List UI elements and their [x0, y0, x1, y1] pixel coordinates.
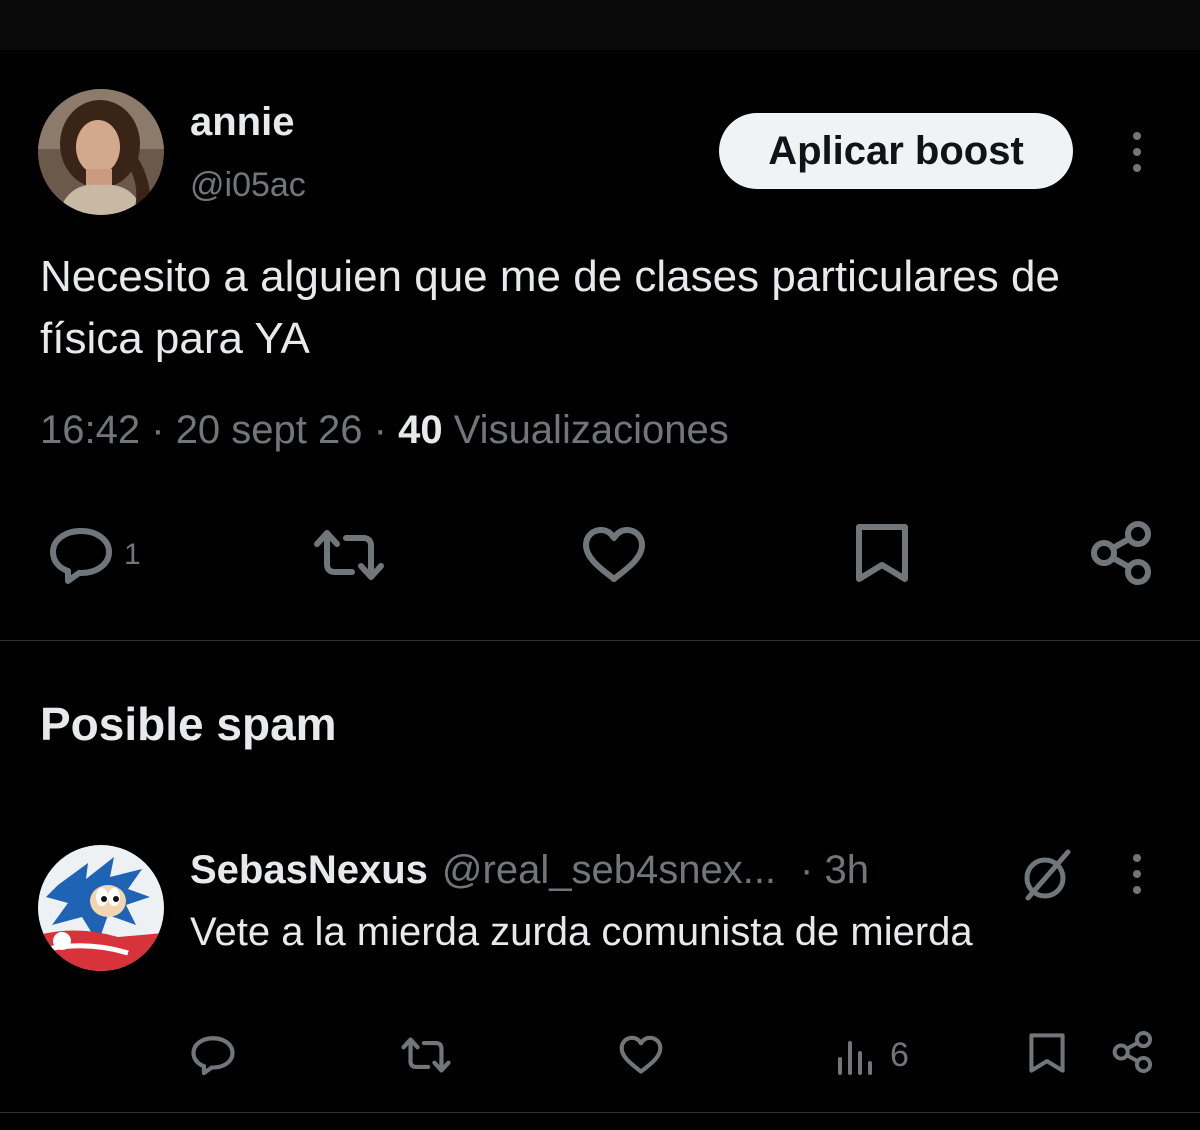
slashed-circle-icon [1024, 849, 1071, 901]
tweet-time[interactable]: 16:42 [40, 408, 140, 452]
top-bar [0, 0, 1200, 50]
divider [0, 1112, 1200, 1113]
retweet-icon [314, 530, 384, 580]
reply-header: SebasNexus @real_seb4snex... · 3h [190, 848, 869, 893]
reply-views-button[interactable]: 6 [836, 1036, 909, 1075]
reply-more-options-icon[interactable] [1127, 854, 1147, 894]
divider [0, 640, 1200, 641]
reply-author-avatar[interactable] [38, 845, 164, 971]
reply-like-button[interactable] [618, 1035, 664, 1075]
heart-icon [619, 1035, 663, 1074]
reply-author-name[interactable]: SebasNexus [190, 848, 428, 893]
reply-bookmark-button[interactable] [1028, 1032, 1066, 1074]
author-handle[interactable]: @i05ac [190, 166, 306, 205]
reply-comment-button[interactable] [190, 1034, 236, 1076]
views-label: Visualizaciones [453, 408, 729, 452]
tweet-meta: 16:42 · 20 sept 26 · 40 Visualizaciones [40, 408, 729, 453]
meta-separator: · [373, 408, 387, 452]
author-avatar[interactable] [38, 89, 164, 215]
reply-count: 1 [124, 538, 141, 571]
comment-icon [191, 1036, 235, 1076]
views-count: 40 [398, 408, 443, 452]
retweet-icon [401, 1037, 451, 1073]
analytics-icon [838, 1040, 872, 1075]
bookmark-button[interactable] [854, 522, 910, 584]
reply-button[interactable]: 1 [48, 525, 141, 585]
reply-share-button[interactable] [1112, 1030, 1154, 1074]
meta-separator: · [151, 408, 165, 452]
bookmark-icon [856, 524, 908, 582]
tweet-date[interactable]: 20 sept 26 [176, 408, 363, 452]
reply-retweet-button[interactable] [400, 1036, 452, 1074]
boost-button[interactable]: Aplicar boost [719, 113, 1073, 189]
reply-text: Vete a la mierda zurda comunista de mier… [190, 910, 973, 954]
more-options-icon[interactable] [1127, 132, 1147, 172]
tweet-text: Necesito a alguien que me de clases part… [40, 252, 1060, 363]
reply-time[interactable]: · 3h [800, 848, 869, 893]
share-icon [1112, 1031, 1153, 1073]
heart-icon [583, 527, 645, 582]
grok-button[interactable] [1018, 848, 1074, 904]
share-icon [1091, 521, 1151, 585]
bookmark-icon [1029, 1033, 1065, 1073]
author-name[interactable]: annie [190, 100, 294, 145]
like-button[interactable] [581, 526, 647, 584]
share-button[interactable] [1090, 520, 1154, 586]
retweet-button[interactable] [312, 528, 386, 582]
reply-views-count: 6 [890, 1036, 909, 1074]
reply-author-handle[interactable]: @real_seb4snex... [442, 848, 776, 893]
comment-icon [50, 528, 112, 584]
spam-section-title: Posible spam [40, 698, 337, 750]
